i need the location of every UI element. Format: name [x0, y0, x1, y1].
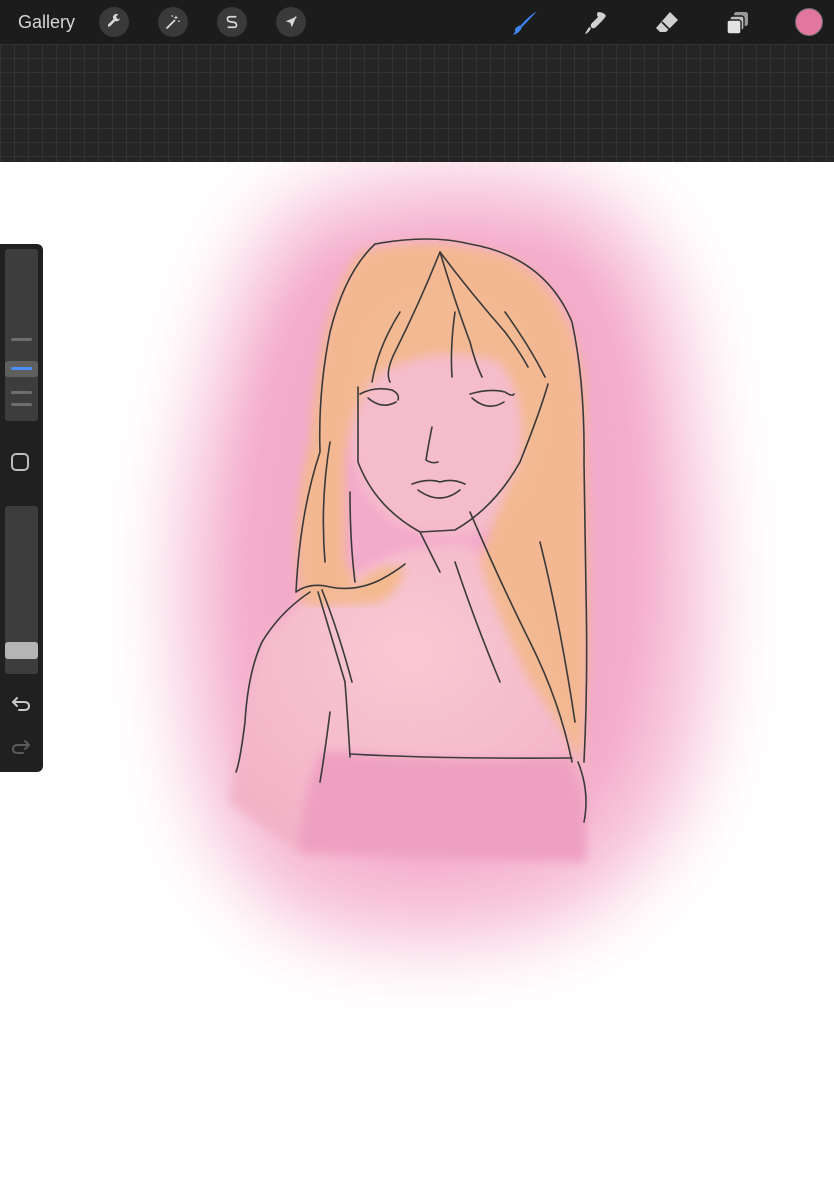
- eraser-tool-button[interactable]: [651, 7, 683, 39]
- left-sidebar: [0, 244, 43, 772]
- brush-icon: [513, 11, 537, 35]
- size-tick: [11, 391, 32, 394]
- workspace-grid: [0, 44, 834, 162]
- layers-icon: [726, 12, 748, 35]
- redo-icon: [11, 740, 30, 754]
- size-tick: [11, 338, 32, 341]
- arrow-cursor-icon: [285, 16, 297, 28]
- eraser-icon: [656, 12, 678, 32]
- opacity-slider[interactable]: [5, 506, 38, 674]
- modify-square-icon[interactable]: [11, 453, 29, 471]
- size-tick: [11, 403, 32, 406]
- brush-size-indicator: [11, 367, 32, 370]
- smudge-tool-button[interactable]: [580, 7, 612, 39]
- procreate-app: Gallery: [0, 0, 834, 1200]
- selection-s-icon: [226, 15, 238, 29]
- selection-button[interactable]: [217, 7, 247, 37]
- artwork-illustration: [178, 170, 708, 942]
- color-picker-button[interactable]: [795, 8, 823, 36]
- redo-button[interactable]: [9, 734, 33, 758]
- pink-top: [300, 752, 586, 862]
- gallery-button[interactable]: Gallery: [18, 11, 75, 33]
- transform-button[interactable]: [276, 7, 306, 37]
- smudge-icon: [585, 12, 606, 34]
- magic-wand-icon: [166, 15, 180, 29]
- actions-button[interactable]: [99, 7, 129, 37]
- layers-tool-button[interactable]: [722, 7, 754, 39]
- brush-tool-button[interactable]: [509, 7, 541, 39]
- undo-icon: [12, 697, 31, 711]
- drawing-canvas[interactable]: [0, 162, 834, 1200]
- opacity-thumb[interactable]: [5, 642, 38, 659]
- brush-size-thumb[interactable]: [5, 361, 38, 377]
- brush-size-slider[interactable]: [5, 249, 38, 421]
- adjustments-button[interactable]: [158, 7, 188, 37]
- top-toolbar: Gallery: [0, 0, 834, 44]
- undo-button[interactable]: [9, 691, 33, 715]
- wrench-icon: [108, 13, 121, 27]
